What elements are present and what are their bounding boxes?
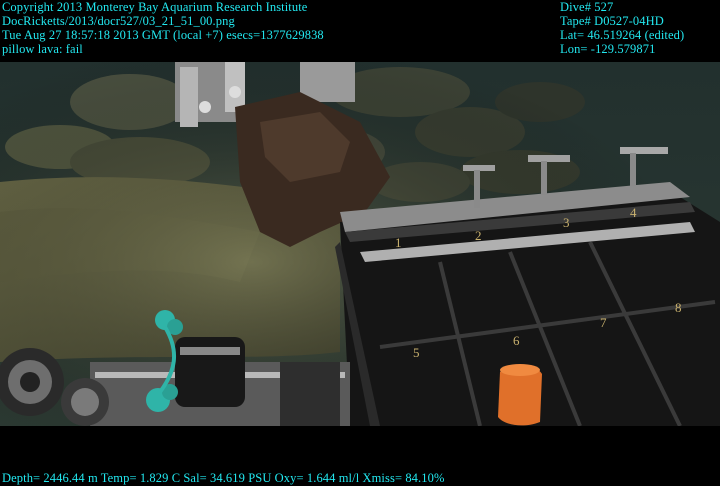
- crate-number-2: 2: [475, 228, 482, 243]
- crate-number-3: 3: [563, 215, 570, 230]
- header-right-overlay: Dive# 527 Tape# D0527-04HD Lat= 46.51926…: [560, 0, 684, 56]
- tape-number: Tape# D0527-04HD: [560, 14, 664, 28]
- timestamp-line: Tue Aug 27 18:57:18 2013 GMT (local +7) …: [2, 28, 324, 42]
- dive-number: Dive# 527: [560, 0, 614, 14]
- sensor-readout: Depth= 2446.44 m Temp= 1.829 C Sal= 34.6…: [2, 471, 445, 485]
- crate-number-7: 7: [600, 315, 607, 330]
- header-left-overlay: Copyright 2013 Monterey Bay Aquarium Res…: [2, 0, 324, 56]
- latitude: Lat= 46.519264 (edited): [560, 28, 685, 42]
- crate-number-1: 1: [395, 235, 402, 250]
- longitude: Lon= -129.579871: [560, 42, 656, 56]
- image-path-line: DocRicketts/2013/docr527/03_21_51_00.png: [2, 14, 235, 28]
- crate-number-8: 8: [675, 300, 682, 315]
- seafloor-video-frame: 1 2 3 4 5 6 7 8: [0, 62, 720, 426]
- crate-number-6: 6: [513, 333, 520, 348]
- annotation-line: pillow lava: fail: [2, 42, 83, 56]
- copyright-line: Copyright 2013 Monterey Bay Aquarium Res…: [2, 0, 308, 14]
- crate-number-4: 4: [630, 205, 637, 220]
- crate-number-5: 5: [413, 345, 420, 360]
